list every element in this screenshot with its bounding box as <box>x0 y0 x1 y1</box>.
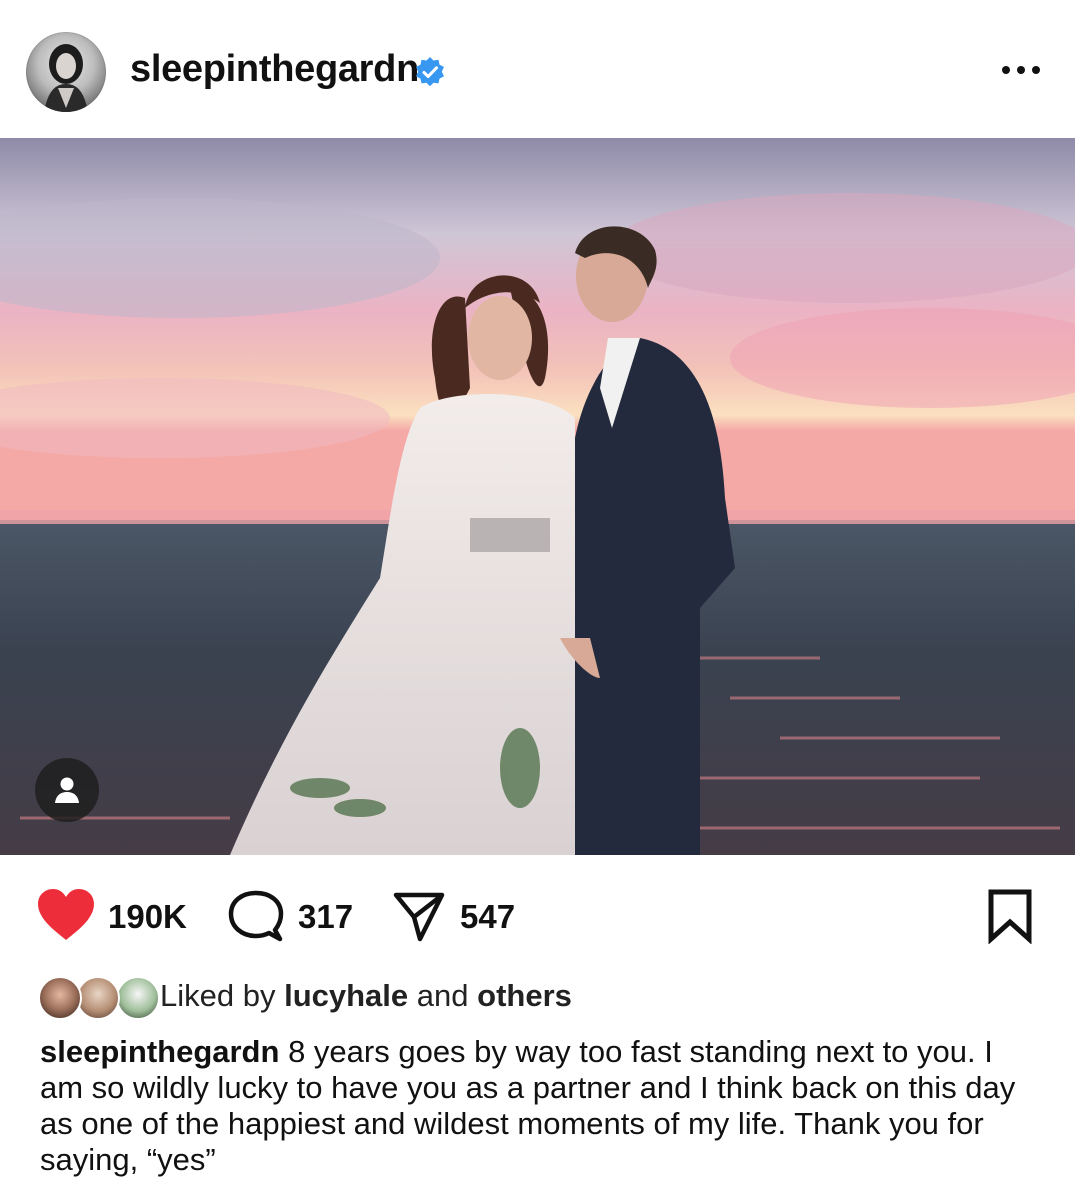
avatar-portrait <box>44 44 88 112</box>
liked-by-connector: and <box>416 978 469 1013</box>
post-username[interactable]: sleepinthegardn <box>130 48 419 91</box>
liker-avatar <box>76 976 120 1020</box>
user-avatar[interactable] <box>26 32 106 112</box>
post-header: sleepinthegardn <box>0 0 1075 138</box>
liked-by-prefix: Liked by <box>160 978 276 1013</box>
liker-avatar <box>116 976 160 1020</box>
share-count[interactable]: 547 <box>460 898 515 936</box>
comment-count[interactable]: 317 <box>298 898 353 936</box>
bookmark-icon[interactable] <box>986 888 1034 944</box>
liked-by-text: Liked by lucyhale and others <box>160 978 572 1014</box>
tagged-people-button[interactable] <box>35 758 99 822</box>
liked-by-avatars[interactable] <box>38 976 160 1020</box>
like-count[interactable]: 190K <box>108 898 187 936</box>
more-options-icon[interactable] <box>1000 60 1042 80</box>
liker-avatar <box>38 976 82 1020</box>
comment-bubble-icon[interactable] <box>228 890 284 942</box>
verified-badge-icon <box>416 57 444 87</box>
post-caption: sleepinthegardn 8 years goes by way too … <box>40 1034 1040 1178</box>
wedding-photo <box>0 138 1075 855</box>
person-icon <box>55 777 79 803</box>
post-photo[interactable] <box>0 138 1075 855</box>
share-send-icon[interactable] <box>392 890 446 942</box>
liked-by-user-link[interactable]: lucyhale <box>284 978 408 1013</box>
like-heart-icon[interactable] <box>36 888 96 942</box>
caption-username[interactable]: sleepinthegardn <box>40 1034 279 1069</box>
liked-by-others-link[interactable]: others <box>477 978 572 1013</box>
